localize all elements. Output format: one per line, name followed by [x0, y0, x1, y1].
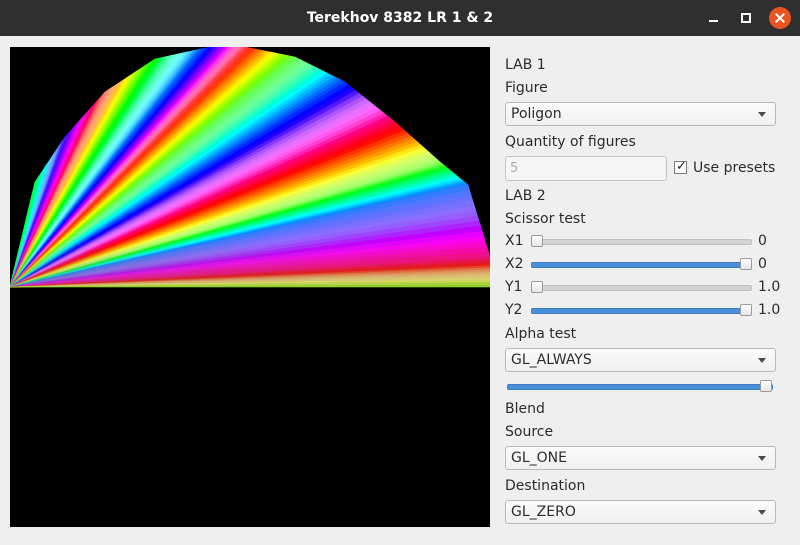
- slider-x1-track[interactable]: [531, 239, 752, 245]
- quantity-value: 5: [510, 161, 519, 176]
- chevron-down-icon: [758, 112, 766, 117]
- chevron-down-icon: [758, 510, 766, 515]
- window-title: Terekhov 8382 LR 1 & 2: [306, 10, 494, 26]
- quantity-label: Quantity of figures: [505, 134, 636, 150]
- blend-destination-value: GL_ZERO: [511, 504, 576, 520]
- slider-x2-label: X2: [505, 256, 524, 272]
- blend-source-value: GL_ONE: [511, 450, 567, 466]
- fan-shading: [10, 47, 490, 287]
- slider-y1-track[interactable]: [531, 285, 752, 291]
- slider-x2-handle[interactable]: [740, 258, 752, 270]
- title-bar: Terekhov 8382 LR 1 & 2: [0, 0, 800, 36]
- alpha-ref-slider-handle[interactable]: [760, 380, 772, 392]
- slider-y2-handle[interactable]: [740, 304, 752, 316]
- slider-y1-label: Y1: [505, 279, 523, 295]
- gl-canvas: [10, 47, 490, 527]
- blend-source-select[interactable]: GL_ONE: [505, 446, 776, 470]
- slider-x2-track[interactable]: [531, 262, 752, 268]
- use-presets-checkbox[interactable]: ✓: [674, 159, 687, 174]
- slider-y2-track[interactable]: [531, 308, 752, 314]
- rainbow-fan-figure: [10, 47, 490, 288]
- alpha-test-label: Alpha test: [505, 326, 577, 342]
- source-label: Source: [505, 424, 554, 440]
- slider-y2-label: Y2: [505, 302, 523, 318]
- lab2-heading: LAB 2: [505, 188, 546, 204]
- figure-label: Figure: [505, 80, 548, 96]
- figure-select-value: Poligon: [511, 106, 562, 122]
- slider-y1-handle[interactable]: [531, 281, 543, 293]
- slider-x2-value: 0: [758, 256, 767, 272]
- lab1-heading: LAB 1: [505, 57, 546, 73]
- slider-x1-handle[interactable]: [531, 235, 543, 247]
- chevron-down-icon: [758, 358, 766, 363]
- maximize-icon[interactable]: [736, 8, 756, 28]
- quantity-field[interactable]: 5: [505, 156, 667, 181]
- destination-label: Destination: [505, 478, 586, 494]
- slider-x1-value: 0: [758, 233, 767, 249]
- close-icon[interactable]: [769, 7, 791, 29]
- blend-label: Blend: [505, 401, 545, 417]
- alpha-ref-slider-track[interactable]: [507, 384, 773, 390]
- figure-select[interactable]: Poligon: [505, 102, 776, 126]
- chevron-down-icon: [758, 456, 766, 461]
- use-presets-label: Use presets: [693, 160, 776, 176]
- slider-y2-value: 1.0: [758, 302, 781, 318]
- slider-y1-value: 1.0: [758, 279, 781, 295]
- alpha-func-select[interactable]: GL_ALWAYS: [505, 348, 776, 372]
- scissor-test-label: Scissor test: [505, 211, 586, 227]
- checkmark-icon: ✓: [676, 159, 687, 174]
- minimize-icon[interactable]: [704, 8, 724, 28]
- blend-destination-select[interactable]: GL_ZERO: [505, 500, 776, 524]
- alpha-func-value: GL_ALWAYS: [511, 352, 592, 368]
- slider-x1-label: X1: [505, 233, 524, 249]
